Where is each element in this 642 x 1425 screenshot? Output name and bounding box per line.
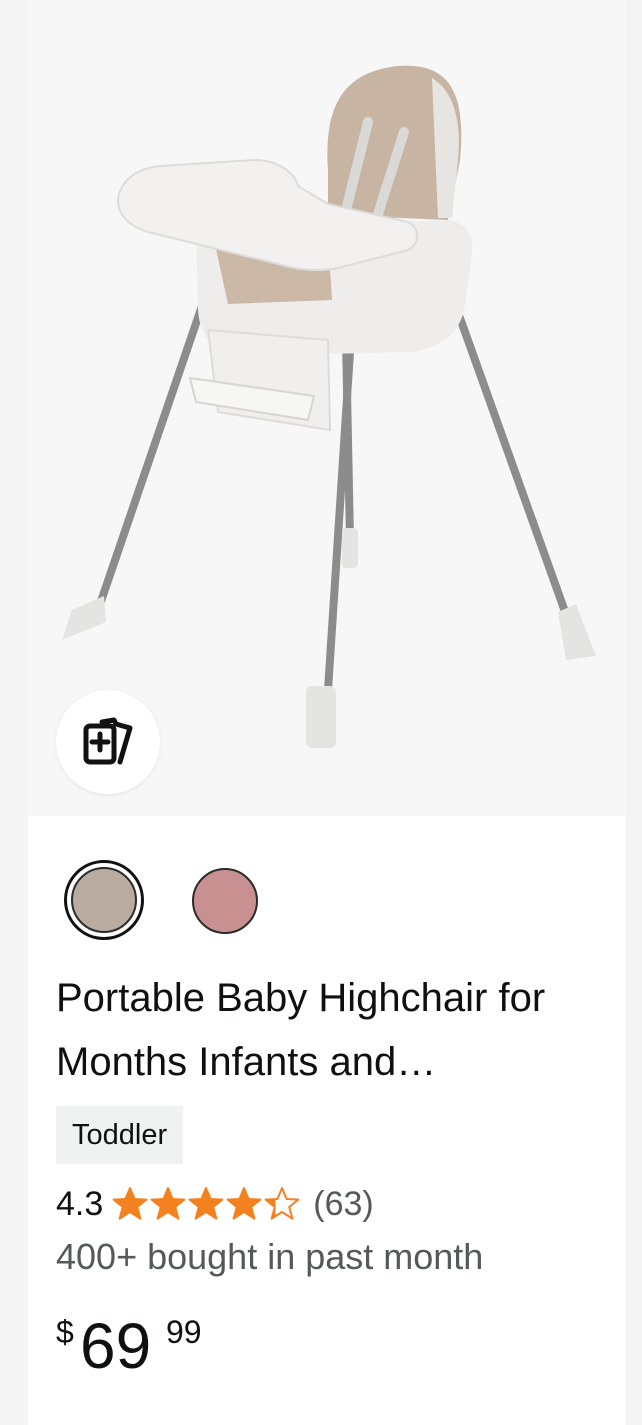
rating-row[interactable]: 4.3 (63): [56, 1180, 374, 1228]
compare-cards-icon: [83, 717, 133, 765]
swatch-selected[interactable]: [64, 860, 144, 940]
star-icon: [264, 1187, 300, 1220]
rating-value: 4.3: [56, 1184, 104, 1223]
star-rating[interactable]: [111, 1186, 301, 1222]
price-symbol: $: [56, 1314, 74, 1350]
price-fraction: 99: [166, 1314, 202, 1350]
product-image-area[interactable]: [28, 0, 626, 816]
swatch-taupe: [71, 867, 137, 933]
swatch-rose[interactable]: [192, 868, 258, 934]
star-icon: [112, 1187, 148, 1220]
compare-button[interactable]: [56, 690, 160, 794]
price-whole: 69: [80, 1310, 152, 1382]
star-icon: [188, 1187, 224, 1220]
product-tag: Toddler: [56, 1106, 184, 1164]
review-count[interactable]: (63): [313, 1185, 373, 1224]
bought-count: 400+ bought in past month: [56, 1236, 484, 1277]
star-icon: [226, 1187, 262, 1220]
product-card[interactable]: Portable Baby Highchair for Months Infan…: [28, 0, 626, 1425]
star-icon: [150, 1187, 186, 1220]
product-title[interactable]: Portable Baby Highchair for Months Infan…: [56, 966, 601, 1094]
